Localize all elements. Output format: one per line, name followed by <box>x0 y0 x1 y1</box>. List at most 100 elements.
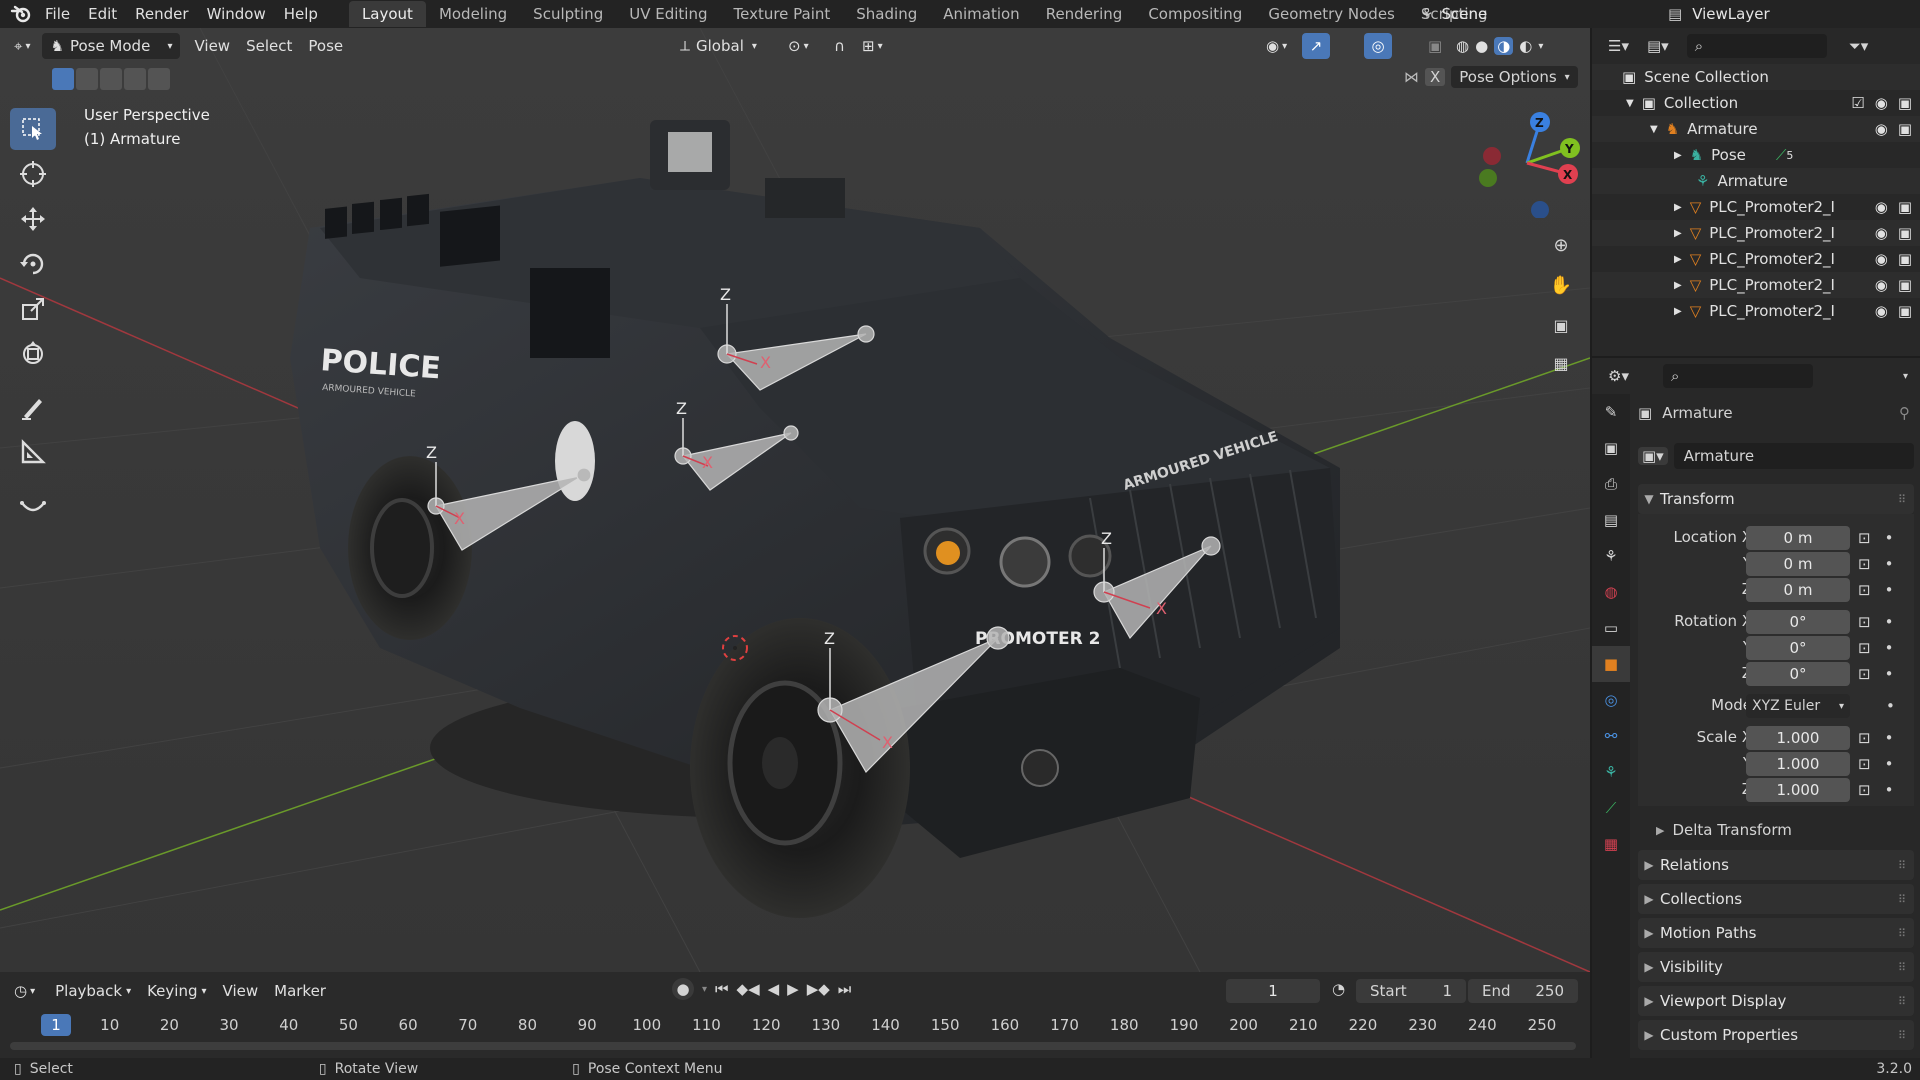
outliner-row-armature[interactable]: ▼ ♞ Armature ◉ ▣ <box>1592 116 1920 142</box>
camera-icon[interactable]: ▣ <box>1898 224 1912 242</box>
eye-icon[interactable]: ◉ <box>1875 94 1888 112</box>
visibility-panel[interactable]: ▶ Visibility ⠿ <box>1638 952 1914 982</box>
viewport-display-panel[interactable]: ▶ Viewport Display ⠿ <box>1638 986 1914 1016</box>
frame-ruler[interactable]: 1 10 20 30 40 50 60 70 80 90 100 110 120 130 140 150 160… <box>0 1012 1590 1038</box>
expand-icon[interactable]: ▶ <box>1674 306 1682 317</box>
annotate-tool[interactable] <box>10 386 56 428</box>
play-reverse-icon[interactable]: ◀ <box>768 980 780 998</box>
start-frame-field[interactable]: Start 1 <box>1356 979 1466 1003</box>
rotation-x-field[interactable]: 0° <box>1746 610 1850 634</box>
camera-icon[interactable]: ▣ <box>1898 94 1912 112</box>
camera-view-gizmo[interactable]: ▣ <box>1544 308 1578 342</box>
outliner-row-scene-collection[interactable]: ▣ Scene Collection <box>1592 64 1920 90</box>
solid-shading-icon[interactable]: ● <box>1475 37 1488 55</box>
select-box-tool[interactable] <box>10 108 56 150</box>
output-tab[interactable]: ⎙ <box>1592 466 1630 502</box>
camera-icon[interactable]: ▣ <box>1898 198 1912 216</box>
expand-icon[interactable]: ▼ <box>1626 98 1634 109</box>
3d-viewport[interactable]: POLICE ARMOURED VEHICLE ARMOURED VEHICLE… <box>0 28 1590 972</box>
keyframe-dot-icon[interactable]: • <box>1885 639 1894 657</box>
menu-select[interactable]: Select <box>238 33 300 59</box>
tab-layout[interactable]: Layout <box>348 1 426 27</box>
stopwatch-icon[interactable]: ◔ <box>1332 980 1345 998</box>
menu-window[interactable]: Window <box>198 0 275 28</box>
outliner-row-mesh[interactable]: ▶ ▽ PLC_Promoter2_I ◉ ▣ <box>1592 246 1920 272</box>
lock-icon[interactable]: ⊡ <box>1858 639 1871 657</box>
armature-data-tab[interactable]: ⚘ <box>1592 754 1630 790</box>
outliner-editor-type-icon[interactable]: ☰▾ <box>1608 37 1629 55</box>
keyframe-dot-icon[interactable]: • <box>1885 781 1894 799</box>
navigation-gizmo[interactable]: Z Y X <box>1472 108 1582 218</box>
menu-render[interactable]: Render <box>126 0 197 28</box>
timeline-editor-type[interactable]: ◷ ▾ <box>6 978 43 1004</box>
scale-z-field[interactable]: 1.000 <box>1746 778 1850 802</box>
measure-tool[interactable] <box>10 431 56 473</box>
drag-handle-icon[interactable]: ⠿ <box>1898 493 1906 506</box>
material-shading-icon[interactable]: ◑ <box>1494 37 1514 55</box>
expand-icon[interactable]: ▶ <box>1674 228 1682 239</box>
eye-icon[interactable]: ◉ <box>1875 120 1888 138</box>
lock-icon[interactable]: ⊡ <box>1858 755 1871 773</box>
pivot-dropdown[interactable]: ⊙ ▾ <box>780 33 817 59</box>
zoom-gizmo[interactable]: ⊕ <box>1544 228 1578 262</box>
location-y-field[interactable]: 0 m <box>1746 552 1850 576</box>
tab-texture-paint[interactable]: Texture Paint <box>720 1 843 27</box>
relax-tool[interactable] <box>10 484 56 526</box>
tab-sculpting[interactable]: Sculpting <box>520 1 616 27</box>
object-tab[interactable]: ■ <box>1592 646 1630 682</box>
rotation-z-field[interactable]: 0° <box>1746 662 1850 686</box>
jump-end-icon[interactable]: ⏭ <box>838 980 852 998</box>
keyframe-dot-icon[interactable]: • <box>1885 755 1894 773</box>
scene-tab[interactable]: ⚘ <box>1592 538 1630 574</box>
chevron-down-icon[interactable]: ▾ <box>1538 41 1543 52</box>
rotation-mode-dropdown[interactable]: XYZ Euler ▾ <box>1746 694 1850 718</box>
lock-icon[interactable]: ⊡ <box>1858 529 1871 547</box>
expand-icon[interactable]: ▶ <box>1674 202 1682 213</box>
rotation-y-field[interactable]: 0° <box>1746 636 1850 660</box>
viewlayer-selector[interactable]: ▤ ViewLayer <box>1668 2 1918 26</box>
transform-tool[interactable] <box>10 333 56 375</box>
gizmo-toggle[interactable]: ↗ <box>1302 33 1330 59</box>
eye-icon[interactable]: ◉ <box>1875 276 1888 294</box>
outliner-row-collection[interactable]: ▼ ▣ Collection ☑ ◉ ▣ <box>1592 90 1920 116</box>
rendered-shading-icon[interactable]: ◐ <box>1519 37 1532 55</box>
collections-panel[interactable]: ▶ Collections ⠿ <box>1638 884 1914 914</box>
outliner-row-pose[interactable]: ▶ ♞ Pose ⟋ 5 <box>1592 142 1920 168</box>
select-new-icon[interactable] <box>52 68 74 90</box>
delta-transform-subpanel[interactable]: ▶ Delta Transform <box>1656 818 1906 842</box>
drag-handle-icon[interactable]: ⠿ <box>1898 995 1906 1008</box>
scale-x-field[interactable]: 1.000 <box>1746 726 1850 750</box>
camera-icon[interactable]: ▣ <box>1898 302 1912 320</box>
timeline-view-menu[interactable]: View <box>215 978 267 1004</box>
rotate-tool[interactable] <box>10 243 56 285</box>
record-icon[interactable]: ● <box>672 978 694 1000</box>
keying-menu[interactable]: Keying ▾ <box>139 978 214 1004</box>
tab-animation[interactable]: Animation <box>930 1 1032 27</box>
object-browse-icon[interactable]: ▣▾ <box>1638 447 1668 465</box>
play-icon[interactable]: ▶ <box>787 980 799 998</box>
timeline-scrollbar[interactable] <box>10 1042 1576 1050</box>
editor-type-button[interactable]: ⌖ ▾ <box>6 33 38 59</box>
ortho-toggle-gizmo[interactable]: ▦ <box>1544 346 1578 380</box>
render-tab[interactable]: ▣ <box>1592 430 1630 466</box>
tab-rendering[interactable]: Rendering <box>1033 1 1136 27</box>
snap-toggle[interactable]: ∩ <box>826 33 853 59</box>
texture-tab[interactable]: ▦ <box>1592 826 1630 862</box>
x-mirror-toggle[interactable]: X <box>1425 68 1446 86</box>
keyframe-dot-icon[interactable]: • <box>1886 697 1895 715</box>
constraint-tab[interactable]: ⚯ <box>1592 718 1630 754</box>
jump-keyframe-back-icon[interactable]: ◆◀ <box>737 980 760 998</box>
camera-icon[interactable]: ▣ <box>1898 120 1912 138</box>
properties-editor-type-icon[interactable]: ⚙▾ <box>1608 367 1629 385</box>
playback-menu[interactable]: Playback ▾ <box>47 978 139 1004</box>
select-extend-icon[interactable] <box>76 68 98 90</box>
outliner-row-mesh[interactable]: ▶ ▽ PLC_Promoter2_I ◉ ▣ <box>1592 298 1920 324</box>
drag-handle-icon[interactable]: ⠿ <box>1898 927 1906 940</box>
scale-y-field[interactable]: 1.000 <box>1746 752 1850 776</box>
lock-icon[interactable]: ⊡ <box>1858 581 1871 599</box>
keyframe-dot-icon[interactable]: • <box>1885 729 1894 747</box>
keyframe-dot-icon[interactable]: • <box>1885 581 1894 599</box>
select-subtract-icon[interactable] <box>100 68 122 90</box>
keyframe-dot-icon[interactable]: • <box>1885 665 1894 683</box>
pan-gizmo[interactable]: ✋ <box>1544 268 1578 302</box>
